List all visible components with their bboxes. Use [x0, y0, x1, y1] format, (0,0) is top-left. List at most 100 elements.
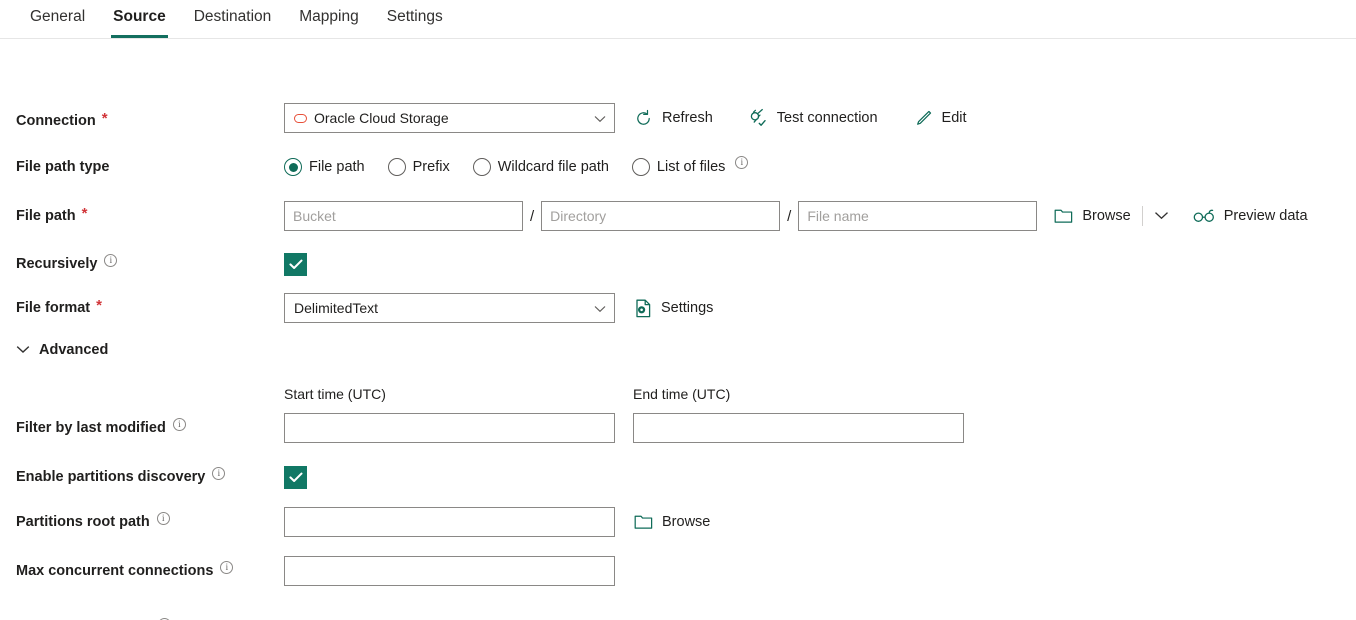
info-icon[interactable]: i: [220, 560, 234, 574]
enable-partitions-discovery-label-text: Enable partitions discovery: [16, 469, 206, 485]
recursively-label-text: Recursively: [16, 256, 98, 272]
tab-mapping[interactable]: Mapping: [285, 0, 372, 38]
toolbar-divider: [1141, 206, 1143, 226]
end-time-label: End time (UTC): [633, 386, 731, 402]
tab-bar: General Source Destination Mapping Setti…: [0, 0, 1356, 39]
tab-source[interactable]: Source: [99, 0, 180, 38]
refresh-button[interactable]: Refresh: [634, 109, 713, 128]
enable-partitions-discovery-row: Enable partitions discovery i: [0, 460, 1356, 494]
connection-dropdown[interactable]: Oracle Cloud Storage: [284, 103, 615, 133]
recursively-checkbox[interactable]: [284, 252, 307, 276]
directory-input[interactable]: [541, 201, 781, 231]
radio-prefix-label: Prefix: [412, 159, 450, 175]
radio-indicator: [387, 158, 406, 176]
file-path-type-row: File path type File path Prefix Wildcard…: [0, 150, 1356, 184]
chevron-down-icon: [16, 342, 30, 358]
additional-columns-row: Additional columns i New: [0, 611, 1356, 620]
file-format-settings-button[interactable]: Settings: [634, 299, 713, 318]
file-path-type-radios: File path Prefix Wildcard file path List…: [284, 155, 749, 176]
start-time-input[interactable]: [284, 413, 615, 443]
advanced-label: Advanced: [39, 342, 109, 358]
partitions-root-path-input[interactable]: [284, 507, 615, 537]
info-icon[interactable]: i: [735, 155, 749, 169]
partitions-root-path-label-text: Partitions root path: [16, 514, 150, 530]
enable-partitions-discovery-checkbox[interactable]: [284, 465, 307, 489]
path-separator-1: /: [530, 207, 535, 225]
glasses-icon: [1193, 209, 1215, 223]
radio-wildcard-file-path[interactable]: Wildcard file path: [472, 158, 609, 176]
chevron-down-icon: [594, 110, 606, 126]
edit-button[interactable]: Edit: [914, 109, 967, 128]
radio-prefix[interactable]: Prefix: [387, 158, 450, 176]
connection-controls: Oracle Cloud Storage Refresh Test connec…: [284, 103, 967, 133]
radio-file-path[interactable]: File path: [284, 158, 365, 176]
required-asterisk: *: [96, 296, 102, 314]
file-format-settings-label: Settings: [661, 300, 714, 316]
folder-icon: [1054, 208, 1073, 225]
file-format-row: File format * DelimitedText Settings: [0, 291, 1356, 325]
preview-data-button[interactable]: Preview data: [1193, 208, 1308, 224]
partitions-root-path-label: Partitions root path i: [16, 511, 170, 530]
recursively-control: [284, 252, 307, 276]
preview-data-label: Preview data: [1223, 208, 1308, 224]
file-name-input[interactable]: [798, 201, 1038, 231]
file-path-label-text: File path: [16, 208, 76, 224]
radio-wildcard-file-path-label: Wildcard file path: [497, 159, 609, 175]
radio-list-of-files-label: List of files: [656, 159, 726, 175]
radio-list-of-files[interactable]: List of files i: [631, 155, 749, 176]
file-path-type-label: File path type: [16, 159, 109, 175]
browse-label: Browse: [1082, 208, 1131, 224]
filter-by-last-modified-label-text: Filter by last modified: [16, 420, 166, 436]
filter-by-last-modified-label: Filter by last modified i: [16, 417, 186, 436]
end-time-input[interactable]: [633, 413, 964, 443]
radio-indicator: [631, 158, 650, 176]
info-icon[interactable]: i: [104, 253, 118, 267]
info-icon[interactable]: i: [156, 511, 170, 525]
info-icon[interactable]: i: [172, 417, 186, 431]
tab-settings[interactable]: Settings: [373, 0, 457, 38]
max-concurrent-connections-label-text: Max concurrent connections: [16, 563, 214, 579]
folder-icon: [634, 514, 653, 531]
advanced-section-toggle[interactable]: Advanced: [16, 342, 108, 358]
radio-file-path-label: File path: [309, 159, 365, 175]
max-concurrent-connections-row: Max concurrent connections i: [0, 554, 1356, 588]
radio-indicator: [472, 158, 491, 176]
max-concurrent-connections-input[interactable]: [284, 556, 615, 586]
file-gear-icon: [634, 299, 652, 318]
oracle-cloud-icon: [294, 113, 307, 123]
start-time-label: Start time (UTC): [284, 386, 386, 402]
bucket-input[interactable]: [284, 201, 523, 231]
enable-partitions-discovery-label: Enable partitions discovery i: [16, 466, 226, 485]
chevron-down-icon[interactable]: [1154, 207, 1169, 225]
connection-value: Oracle Cloud Storage: [314, 110, 449, 126]
connection-label: Connection *: [16, 111, 108, 130]
recursively-row: Recursively i: [0, 247, 1356, 281]
file-path-controls: / / Browse: [284, 201, 1308, 231]
partitions-root-path-controls: Browse: [284, 507, 710, 537]
max-concurrent-connections-control: [284, 556, 615, 586]
partitions-root-path-row: Partitions root path i Browse: [0, 505, 1356, 539]
radio-indicator: [284, 158, 302, 176]
file-path-label: File path *: [16, 204, 88, 225]
path-separator-2: /: [787, 207, 792, 225]
browse-file-path-button[interactable]: Browse: [1054, 208, 1131, 225]
file-path-row: File path * / / Browse: [0, 199, 1356, 233]
enable-partitions-discovery-control: [284, 465, 307, 489]
browse-label: Browse: [662, 514, 711, 530]
filter-by-last-modified-row: Filter by last modified i: [0, 411, 1356, 445]
browse-partitions-root-button[interactable]: Browse: [634, 514, 710, 531]
test-connection-button[interactable]: Test connection: [748, 108, 878, 128]
connection-label-text: Connection: [16, 113, 96, 129]
test-connection-label: Test connection: [776, 110, 878, 126]
required-asterisk: *: [81, 204, 88, 222]
file-format-label: File format *: [16, 296, 102, 317]
info-icon[interactable]: i: [212, 466, 226, 480]
tab-destination[interactable]: Destination: [180, 0, 286, 38]
source-settings-panel: General Source Destination Mapping Setti…: [0, 0, 1356, 620]
tab-general[interactable]: General: [16, 0, 99, 38]
file-format-controls: DelimitedText Settings: [284, 293, 713, 323]
file-format-dropdown[interactable]: DelimitedText: [284, 293, 615, 323]
file-format-value: DelimitedText: [294, 300, 379, 316]
connection-row: Connection * Oracle Cloud Storage Refres…: [0, 101, 1356, 135]
pencil-icon: [914, 109, 933, 128]
